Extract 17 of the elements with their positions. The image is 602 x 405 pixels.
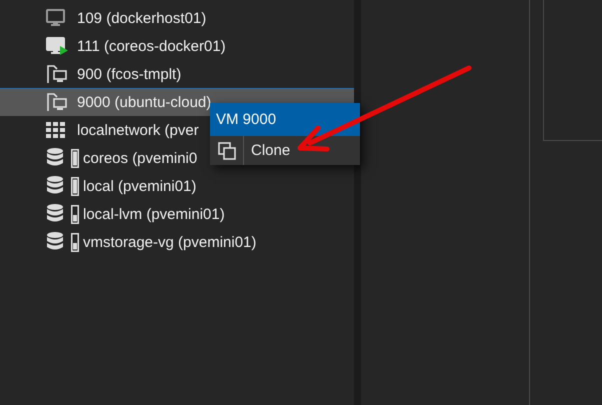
tree-item[interactable]: 111 (coreos-docker01) — [0, 32, 354, 60]
template-icon — [46, 92, 68, 112]
menu-item[interactable]: Clone — [210, 136, 360, 165]
database-icon — [46, 232, 64, 252]
tree-item[interactable]: 109 (dockerhost01) — [0, 4, 354, 32]
tree-item[interactable]: local-lvm (pvemini01) — [0, 200, 354, 228]
tree-item[interactable]: local (pvemini01) — [0, 172, 354, 200]
copy-icon — [218, 142, 236, 160]
monitor-icon — [46, 9, 68, 27]
tree-item[interactable]: 900 (fcos-tmplt) — [0, 60, 354, 88]
grid-icon — [46, 122, 66, 138]
database-icon — [46, 204, 64, 224]
database-icon — [46, 176, 64, 196]
tree-item[interactable]: vmstorage-vg (pvemini01) — [0, 228, 354, 256]
menu-title: VM 9000 — [210, 103, 360, 136]
database-icon — [46, 148, 64, 168]
template-icon — [46, 64, 68, 84]
